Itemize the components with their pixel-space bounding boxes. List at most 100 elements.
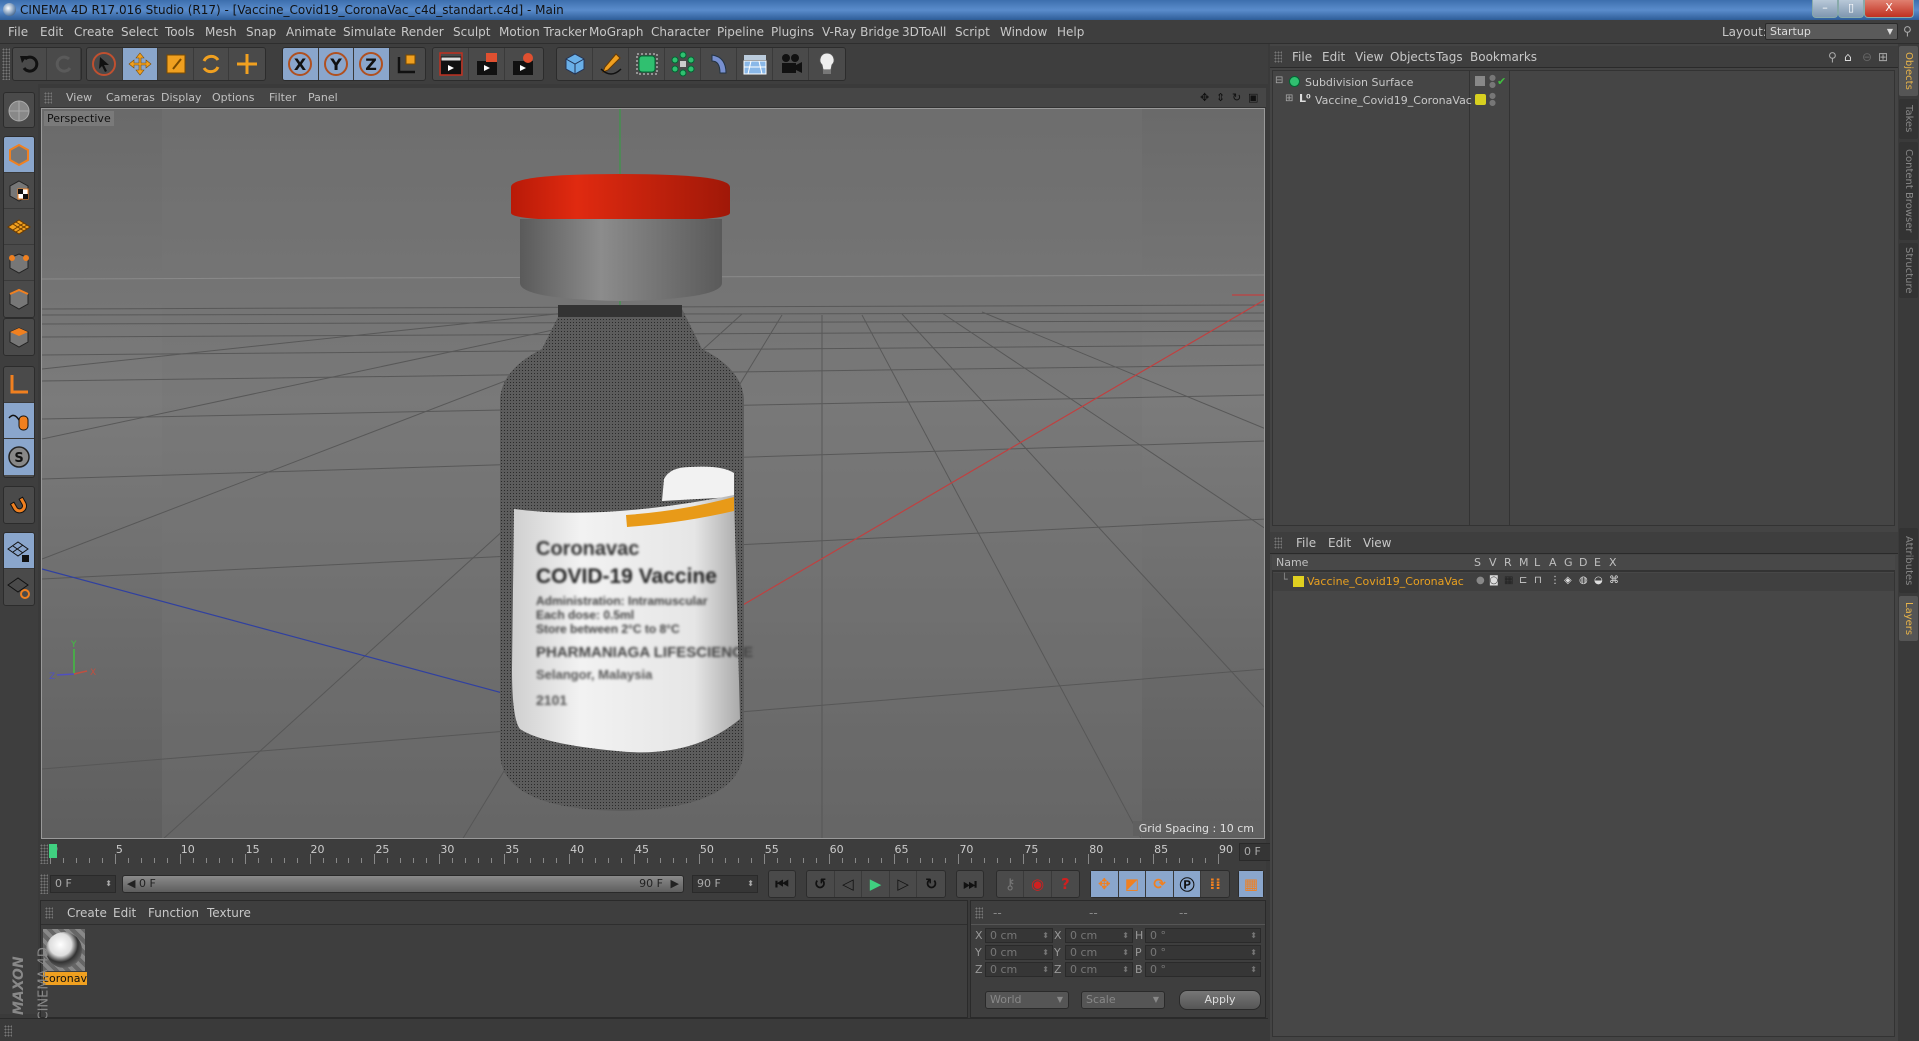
add-cube-button[interactable] (557, 48, 593, 80)
object-menu-view[interactable]: View (1355, 50, 1383, 64)
pan-view-icon[interactable]: ✥ (1200, 91, 1209, 104)
next-frame-button[interactable]: ▷ (890, 871, 918, 897)
layer-menu-view[interactable]: View (1363, 536, 1391, 550)
camera-button[interactable] (773, 48, 809, 80)
menu-sculpt[interactable]: Sculpt (453, 25, 490, 39)
render-visibility-dots[interactable]: ● ● (1489, 92, 1496, 107)
frame-range-slider[interactable]: ◀ 0 F 90 F ▶ (122, 875, 684, 893)
axis-mode-button[interactable] (4, 367, 34, 403)
xrefs-toggle-icon[interactable]: ⌘ (1609, 575, 1619, 586)
column-name[interactable]: Name (1276, 556, 1308, 569)
column-expressions[interactable]: E (1594, 556, 1601, 569)
menu-3dtoall[interactable]: 3DToAll (902, 25, 946, 39)
render-visibility-dots[interactable]: ● ● (1489, 74, 1496, 89)
record-active-objects-button[interactable]: ⚷ (997, 871, 1025, 897)
model-mode-button[interactable] (4, 137, 34, 173)
x-axis-lock-button[interactable]: X (283, 48, 319, 80)
column-animation[interactable]: A (1549, 556, 1557, 569)
object-row-vaccine[interactable]: ⊞ L⁰ Vaccine_Covid19_CoronaVac ● ● (1273, 92, 1894, 110)
position-y-field[interactable]: 0 cm ⬍ (985, 945, 1053, 960)
layer-color-swatch[interactable] (1293, 576, 1304, 587)
menu-tools[interactable]: Tools (165, 25, 195, 39)
range-left-arrow[interactable]: ◀ (127, 876, 135, 892)
eye-icon[interactable]: ⊖ (1862, 50, 1872, 64)
column-render[interactable]: R (1504, 556, 1512, 569)
position-x-field[interactable]: 0 cm ⬍ (985, 928, 1053, 943)
object-menu-bookmarks[interactable]: Bookmarks (1470, 50, 1537, 64)
stepper-icon[interactable]: ⬍ (1122, 946, 1129, 959)
menu-help[interactable]: Help (1057, 25, 1084, 39)
search-icon[interactable]: ⚲ (1903, 24, 1912, 38)
column-generators[interactable]: G (1564, 556, 1573, 569)
search-icon[interactable]: ⚲ (1828, 50, 1837, 64)
toolbar-grip[interactable] (2, 48, 10, 80)
lock-toggle-icon[interactable]: ⊓ (1534, 575, 1542, 586)
object-name[interactable]: Vaccine_Covid19_CoronaVac (1315, 94, 1472, 107)
array-button[interactable] (665, 48, 701, 80)
live-selection-button[interactable] (87, 48, 123, 80)
apply-button[interactable]: Apply (1179, 990, 1261, 1010)
render-view-button[interactable] (433, 48, 469, 80)
object-menu-file[interactable]: File (1292, 50, 1312, 64)
visibility-editor-icon[interactable] (1475, 76, 1485, 86)
transport-grip[interactable] (40, 874, 48, 894)
generators-toggle-icon[interactable]: ◈ (1564, 575, 1572, 586)
menu-script[interactable]: Script (955, 25, 990, 39)
workplane-lock-button[interactable] (4, 533, 34, 569)
viewport-menu-display[interactable]: Display (161, 91, 202, 104)
size-x-field[interactable]: 0 cm ⬍ (1065, 928, 1133, 943)
layer-row[interactable]: └ Vaccine_Covid19_CoronaVac ● ◙ ▦ ⊏ ⊓ ⋮ … (1273, 573, 1894, 591)
next-keyframe-button[interactable]: ↻ (917, 871, 945, 897)
transform-button[interactable] (229, 48, 265, 80)
object-menu-objects[interactable]: Objects (1390, 50, 1435, 64)
stepper-icon[interactable]: ⬍ (1250, 946, 1257, 959)
workplane-mode-button[interactable] (4, 209, 34, 245)
column-deformers[interactable]: D (1579, 556, 1587, 569)
stepper-icon[interactable]: ⬍ (1042, 929, 1049, 942)
go-to-start-button[interactable]: ⏮ (769, 871, 795, 897)
home-icon[interactable]: ⌂ (1844, 50, 1852, 64)
key-parameter-button[interactable]: Ⓟ (1173, 871, 1202, 897)
restore-button[interactable]: ▯ (1838, 0, 1864, 18)
stepper-icon[interactable]: ⬍ (1122, 963, 1129, 976)
rotation-z-field[interactable]: 0 ° ⬍ (1145, 962, 1261, 977)
redo-button[interactable] (47, 48, 81, 80)
object-name[interactable]: Subdivision Surface (1305, 76, 1413, 89)
render-toggle-icon[interactable]: ▦ (1504, 575, 1513, 586)
make-editable-button[interactable] (4, 93, 34, 127)
menu-vray-bridge[interactable]: V-Ray Bridge (822, 25, 899, 39)
object-menu-edit[interactable]: Edit (1322, 50, 1345, 64)
enabled-checkmark-icon[interactable]: ✔ (1497, 75, 1506, 88)
range-right-arrow[interactable]: ▶ (671, 876, 679, 892)
material-menu-create[interactable]: Create (67, 906, 107, 920)
layer-manager-grip[interactable] (1274, 537, 1282, 549)
rotation-x-field[interactable]: 0 ° ⬍ (1145, 928, 1261, 943)
menu-create[interactable]: Create (74, 25, 114, 39)
column-locked[interactable]: L (1534, 556, 1540, 569)
autokeying-button[interactable]: ◉ (1024, 871, 1052, 897)
object-menu-tags[interactable]: Tags (1436, 50, 1463, 64)
solo-toggle-icon[interactable]: ● (1476, 575, 1485, 586)
viewport-camera-label[interactable]: Perspective (44, 111, 114, 126)
play-button[interactable]: ▶ (862, 871, 890, 897)
key-position-button[interactable]: ✥ (1091, 871, 1119, 897)
menu-snap[interactable]: Snap (246, 25, 276, 39)
timeline-grip[interactable] (40, 844, 48, 864)
bend-deformer-button[interactable] (701, 48, 737, 80)
viewport-menu-filter[interactable]: Filter (269, 91, 296, 104)
column-solo[interactable]: S (1474, 556, 1481, 569)
menu-pipeline[interactable]: Pipeline (717, 25, 764, 39)
render-settings-button[interactable] (505, 48, 541, 80)
scale-button[interactable] (158, 48, 194, 80)
solo-button[interactable]: S (4, 439, 34, 475)
key-rotation-button[interactable]: ⟳ (1146, 871, 1174, 897)
coordinate-type-dropdown[interactable]: Scale ▼ (1081, 991, 1165, 1009)
status-grip[interactable] (4, 1025, 12, 1037)
tab-structure[interactable]: Structure (1899, 243, 1918, 298)
3d-viewport[interactable]: Coronavac COVID-19 Vaccine Administratio… (41, 108, 1265, 839)
timeline-window-button[interactable]: ▦ (1239, 871, 1263, 897)
subdivision-surface-button[interactable] (629, 48, 665, 80)
floor-button[interactable] (737, 48, 773, 80)
minimize-button[interactable]: – (1812, 0, 1838, 18)
material-menu-texture[interactable]: Texture (207, 906, 251, 920)
